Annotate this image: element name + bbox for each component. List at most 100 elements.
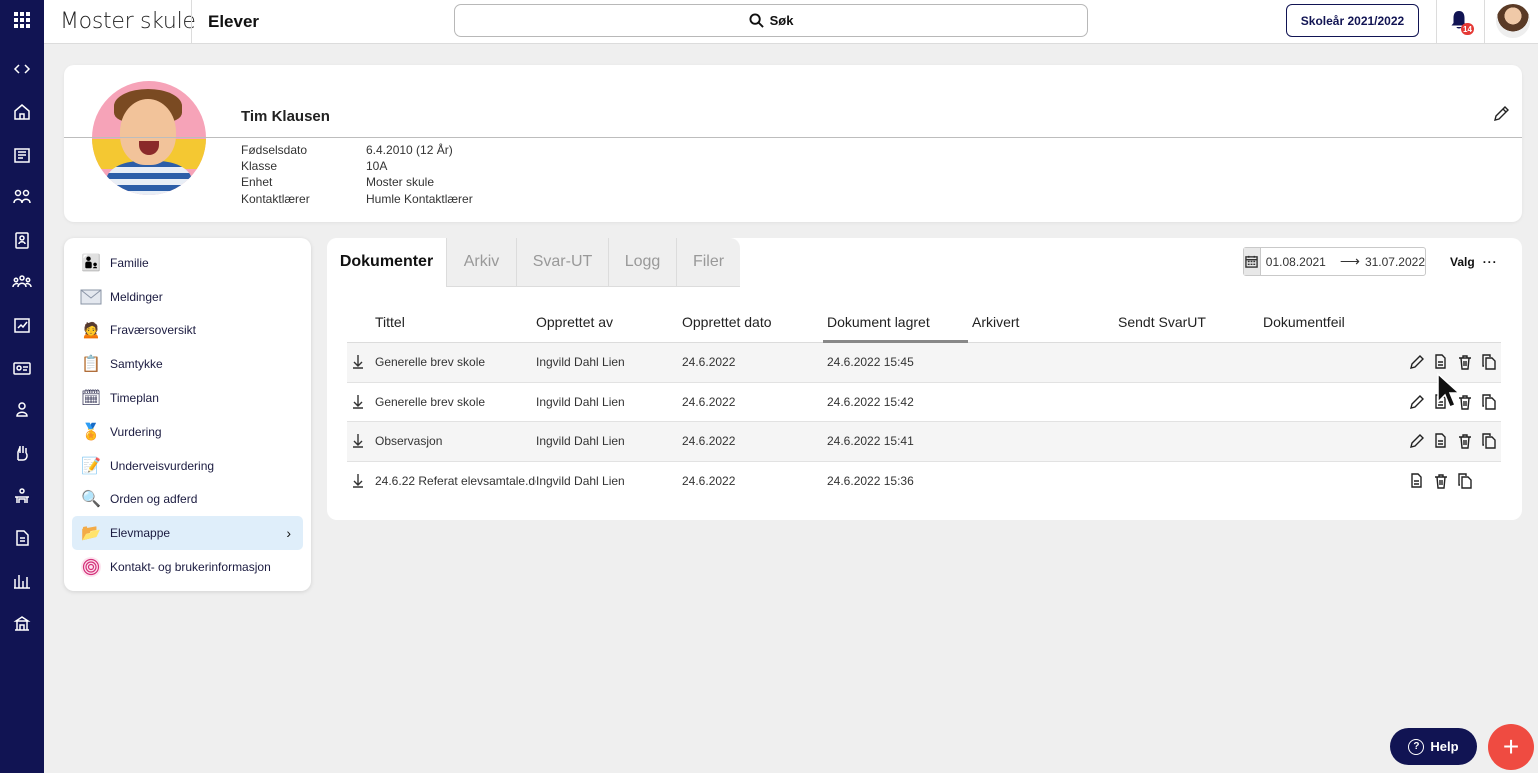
menu-item-meldinger[interactable]: Meldinger bbox=[64, 280, 311, 314]
menu-item-underveisvurdering[interactable]: 📝 Underveisvurdering bbox=[64, 449, 311, 483]
news-icon[interactable] bbox=[10, 143, 34, 167]
download-icon[interactable] bbox=[352, 354, 364, 369]
school-building-icon[interactable] bbox=[10, 612, 34, 636]
date-to[interactable]: 31.07.2022 bbox=[1365, 255, 1425, 269]
info-row: Enhet Moster skule bbox=[241, 175, 435, 190]
trash-icon[interactable] bbox=[1433, 473, 1449, 489]
archive-document-icon[interactable] bbox=[1433, 354, 1449, 370]
calendar-icon[interactable] bbox=[1244, 248, 1261, 275]
conduct-icon: 🔍 bbox=[81, 491, 101, 509]
mouse-cursor-icon bbox=[1437, 372, 1460, 408]
arrow-right-icon: ⟶ bbox=[1339, 253, 1360, 269]
table-row[interactable]: Generelle brev skole Ingvild Dahl Lien 2… bbox=[347, 383, 1501, 422]
pencil-icon[interactable] bbox=[1409, 433, 1425, 449]
tab-logg[interactable]: Logg bbox=[608, 238, 676, 286]
document-icon[interactable] bbox=[10, 526, 34, 550]
add-fab-button[interactable]: + bbox=[1488, 724, 1534, 770]
documents-table: Tittel Opprettet av Opprettet dato Dokum… bbox=[347, 304, 1501, 501]
absence-icon: 🙍 bbox=[81, 322, 101, 340]
table-row[interactable]: Generelle brev skole Ingvild Dahl Lien 2… bbox=[347, 343, 1501, 383]
column-header-dokumentfeil[interactable]: Dokumentfeil bbox=[1263, 314, 1345, 330]
trash-icon[interactable] bbox=[1457, 354, 1473, 370]
menu-item-samtykke[interactable]: 📋 Samtykke bbox=[64, 347, 311, 381]
brand-title[interactable]: Moster skule bbox=[60, 9, 196, 34]
pencil-icon[interactable] bbox=[1409, 354, 1425, 370]
tab-arkiv[interactable]: Arkiv bbox=[446, 238, 516, 286]
menu-item-orden-og-adferd[interactable]: 🔍 Orden og adferd bbox=[64, 483, 311, 517]
tab-dokumenter[interactable]: Dokumenter bbox=[327, 238, 446, 286]
column-header-opprettet-av[interactable]: Opprettet av bbox=[536, 314, 613, 330]
menu-item-vurdering[interactable]: 🏅 Vurdering bbox=[64, 415, 311, 449]
menu-item-timeplan[interactable]: 🗓 Timeplan bbox=[64, 381, 311, 415]
folder-icon: 📂 bbox=[81, 525, 101, 543]
menu-item-fravaersoversikt[interactable]: 🙍 Fraværsoversikt bbox=[64, 314, 311, 348]
pencil-icon[interactable] bbox=[1409, 394, 1425, 410]
archive-document-icon[interactable] bbox=[1433, 433, 1449, 449]
tab-filer[interactable]: Filer bbox=[676, 238, 740, 286]
plus-icon: + bbox=[1502, 731, 1520, 762]
download-icon[interactable] bbox=[352, 394, 364, 409]
person-location-icon[interactable] bbox=[10, 398, 34, 422]
search-icon bbox=[749, 13, 764, 28]
copy-icon[interactable] bbox=[1457, 472, 1473, 489]
student-badge-icon[interactable] bbox=[10, 228, 34, 252]
medal-icon: 🏅 bbox=[81, 423, 101, 441]
header-divider bbox=[1436, 0, 1437, 44]
chevron-right-icon: › bbox=[286, 525, 291, 542]
school-year-button[interactable]: Skoleår 2021/2022 bbox=[1286, 4, 1419, 37]
profile-divider bbox=[64, 137, 1522, 138]
table-row[interactable]: 24.6.22 Referat elevsamtale.docx Ingvild… bbox=[347, 462, 1501, 502]
download-icon[interactable] bbox=[352, 473, 364, 488]
menu-item-familie[interactable]: 👨‍👦 Familie bbox=[64, 246, 311, 280]
assessment-clipboard-icon: 📝 bbox=[81, 457, 101, 475]
student-info: Fødselsdato 6.4.2010 (12 År) Klasse 10A En… bbox=[241, 143, 473, 208]
table-row[interactable]: Observasjon Ingvild Dahl Lien 24.6.2022 … bbox=[347, 422, 1501, 462]
groups-icon[interactable] bbox=[10, 185, 34, 209]
copy-icon[interactable] bbox=[1481, 433, 1497, 449]
column-header-opprettet-dato[interactable]: Opprettet dato bbox=[682, 314, 772, 330]
hand-raise-icon[interactable] bbox=[10, 441, 34, 465]
menu-item-elevmappe[interactable]: 📂 Elevmappe › bbox=[72, 516, 303, 551]
tab-divider bbox=[446, 286, 740, 287]
classroom-icon[interactable] bbox=[10, 484, 34, 508]
table-header: Tittel Opprettet av Opprettet dato Dokum… bbox=[347, 304, 1501, 343]
student-photo bbox=[92, 81, 206, 195]
tab-svar-ut[interactable]: Svar-UT bbox=[516, 238, 608, 286]
apps-grid-icon[interactable] bbox=[10, 8, 34, 32]
more-dots-icon: ··· bbox=[1482, 255, 1498, 269]
trash-icon[interactable] bbox=[1457, 433, 1473, 449]
date-range-picker[interactable]: 01.08.2021 ⟶ 31.07.2022 bbox=[1243, 247, 1426, 276]
question-icon: ? bbox=[1408, 738, 1425, 755]
notifications-button[interactable]: 14 bbox=[1450, 10, 1474, 35]
copy-icon[interactable] bbox=[1481, 354, 1497, 370]
family-icon: 👨‍👦 bbox=[81, 254, 101, 272]
expand-collapse-icon[interactable] bbox=[10, 57, 34, 81]
date-from[interactable]: 01.08.2021 bbox=[1266, 255, 1326, 269]
id-card-icon[interactable] bbox=[10, 356, 34, 380]
fingerprint-icon bbox=[80, 556, 102, 578]
home-icon[interactable] bbox=[10, 100, 34, 124]
info-row: Fødselsdato 6.4.2010 (12 År) bbox=[241, 143, 453, 157]
people-icon[interactable] bbox=[10, 270, 34, 294]
help-button[interactable]: ? Help bbox=[1390, 728, 1477, 765]
mail-icon bbox=[80, 286, 102, 308]
valg-menu-button[interactable]: Valg ··· bbox=[1450, 255, 1498, 269]
edit-profile-button[interactable] bbox=[1492, 105, 1510, 123]
documents-panel: Dokumenter Arkiv Svar-UT Logg Filer 01.0… bbox=[327, 238, 1522, 520]
student-side-menu: 👨‍👦 Familie Meldinger 🙍 Fraværsoversikt 📋 S… bbox=[64, 238, 311, 591]
download-icon[interactable] bbox=[352, 433, 364, 448]
search-bar[interactable]: Søk bbox=[454, 4, 1088, 37]
bar-chart-icon[interactable] bbox=[10, 569, 34, 593]
column-header-tittel[interactable]: Tittel bbox=[375, 314, 405, 330]
copy-icon[interactable] bbox=[1481, 393, 1497, 410]
menu-item-kontakt-og-brukerinformasjon[interactable]: Kontakt- og brukerinformasjon bbox=[64, 550, 311, 584]
header-divider bbox=[1484, 0, 1485, 44]
reports-chart-icon[interactable] bbox=[10, 313, 34, 337]
column-header-sendt-svarut[interactable]: Sendt SvarUT bbox=[1118, 314, 1206, 330]
column-header-dokument-lagret[interactable]: Dokument lagret bbox=[827, 314, 930, 330]
column-header-arkivert[interactable]: Arkivert bbox=[972, 314, 1019, 330]
student-name: Tim Klausen bbox=[241, 108, 330, 125]
user-avatar[interactable] bbox=[1496, 4, 1530, 38]
left-rail bbox=[0, 0, 44, 773]
archive-document-icon[interactable] bbox=[1409, 472, 1425, 489]
